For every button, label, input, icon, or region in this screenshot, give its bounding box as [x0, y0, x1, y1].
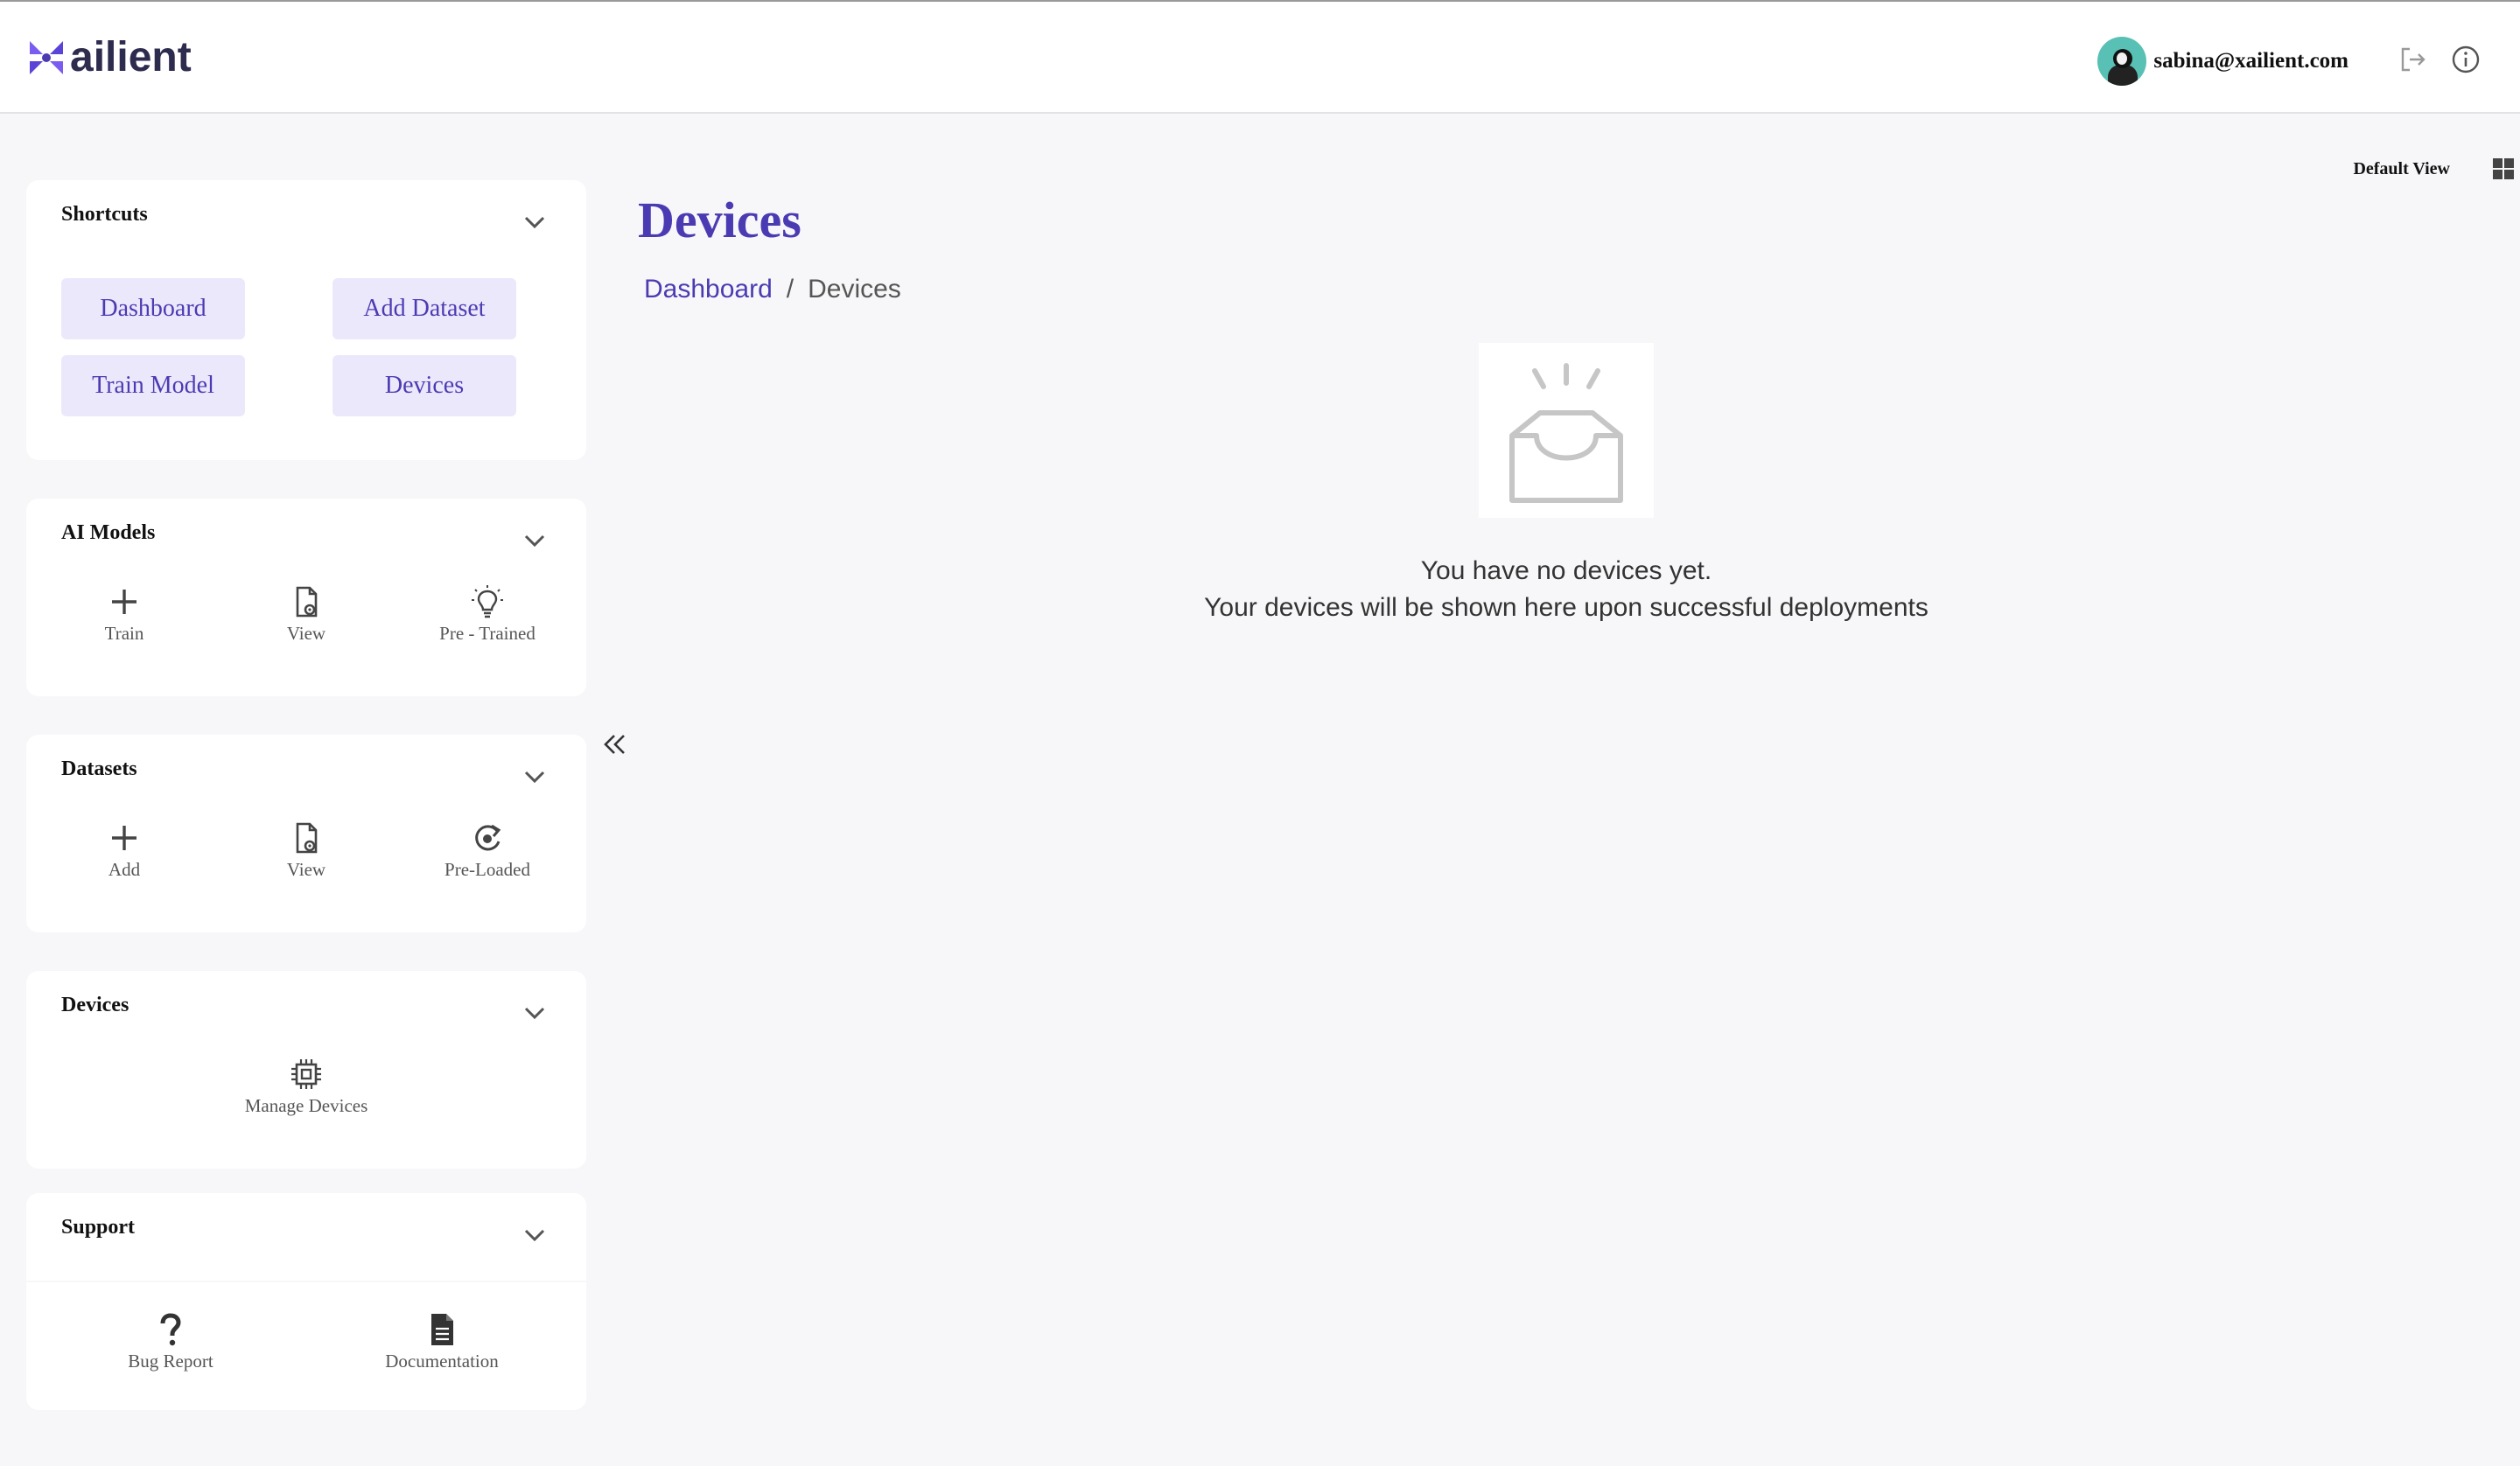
chevron-down-icon[interactable] [523, 1006, 546, 1020]
tile-label: Manage Devices [244, 1095, 368, 1116]
breadcrumb-current: Devices [808, 275, 901, 304]
datasets-pre-loaded-tile[interactable]: Pre-Loaded [413, 819, 562, 881]
breadcrumb-dashboard-link[interactable]: Dashboard [644, 275, 773, 304]
user-menu[interactable]: sabina@xailient.com [2097, 37, 2348, 86]
breadcrumb-separator: / [786, 275, 794, 304]
support-card-header: Support [26, 1193, 586, 1281]
top-bar: ailient sabina@xailient.com [0, 0, 2520, 114]
empty-inbox-icon [1509, 363, 1623, 503]
shortcut-dashboard-button[interactable]: Dashboard [61, 278, 245, 339]
plus-icon [112, 826, 136, 850]
logo-text: ailient [70, 34, 192, 80]
datasets-add-tile[interactable]: Add [50, 819, 199, 881]
ai-models-train-tile[interactable]: Train [50, 583, 199, 645]
plus-icon [112, 590, 136, 614]
shortcuts-card: Shortcuts Dashboard Add Dataset Train Mo… [26, 180, 586, 460]
lightbulb-icon [472, 585, 503, 618]
tile-label: Train [104, 623, 144, 644]
user-email: sabina@xailient.com [2153, 49, 2348, 73]
empty-state-description: Your devices will be shown here upon suc… [1204, 593, 1928, 622]
document-icon [431, 1314, 453, 1345]
info-icon[interactable] [2450, 44, 2482, 75]
app-logo[interactable]: ailient [26, 33, 192, 81]
file-view-icon [296, 586, 318, 618]
chevron-down-icon[interactable] [523, 1228, 546, 1242]
bug-report-tile[interactable]: Bug Report [96, 1310, 245, 1372]
shortcuts-title: Shortcuts [61, 203, 148, 226]
ai-models-title: AI Models [61, 521, 156, 544]
tile-label: Documentation [385, 1351, 499, 1372]
collapse-sidebar-icon[interactable] [600, 730, 630, 759]
tile-label: View [286, 623, 326, 644]
empty-state-title: You have no devices yet. [1420, 556, 1712, 585]
grid-icon[interactable] [2492, 157, 2515, 180]
file-view-icon [296, 822, 318, 854]
tile-label: Pre - Trained [439, 623, 536, 644]
ai-models-view-tile[interactable]: View [232, 583, 381, 645]
empty-state-image [1479, 343, 1654, 518]
page-title: Devices [638, 192, 802, 248]
default-view-label[interactable]: Default View [2353, 159, 2450, 179]
question-icon [160, 1313, 181, 1346]
support-card-body: Bug Report Documentation [26, 1282, 586, 1410]
chevron-down-icon[interactable] [523, 215, 546, 229]
shortcut-devices-button[interactable]: Devices [332, 355, 516, 416]
support-title: Support [61, 1216, 136, 1239]
shortcut-train-model-button[interactable]: Train Model [61, 355, 245, 416]
manage-devices-tile[interactable]: Manage Devices [232, 1055, 381, 1117]
breadcrumb: Dashboard / Devices [644, 275, 901, 304]
avatar[interactable] [2097, 37, 2147, 86]
logo-x-icon [30, 40, 63, 74]
devices-title: Devices [61, 994, 130, 1016]
tile-label: Add [108, 859, 141, 880]
tile-label: Pre-Loaded [444, 859, 530, 880]
ai-models-pre-trained-tile[interactable]: Pre - Trained [413, 583, 562, 645]
tile-label: View [286, 859, 326, 880]
chip-icon [291, 1059, 321, 1089]
datasets-title: Datasets [61, 757, 137, 780]
ai-models-card: AI Models Train View Pre - Trained [26, 499, 586, 696]
logout-icon[interactable] [2398, 44, 2429, 75]
chevron-down-icon[interactable] [523, 770, 546, 784]
chevron-down-icon[interactable] [523, 534, 546, 548]
tile-label: Bug Report [128, 1351, 214, 1372]
datasets-card: Datasets Add View Pre-Loaded [26, 735, 586, 932]
devices-card: Devices Manage Devices [26, 971, 586, 1169]
documentation-tile[interactable]: Documentation [368, 1310, 516, 1372]
datasets-view-tile[interactable]: View [232, 819, 381, 881]
shortcut-add-dataset-button[interactable]: Add Dataset [332, 278, 516, 339]
reload-icon [475, 824, 501, 851]
